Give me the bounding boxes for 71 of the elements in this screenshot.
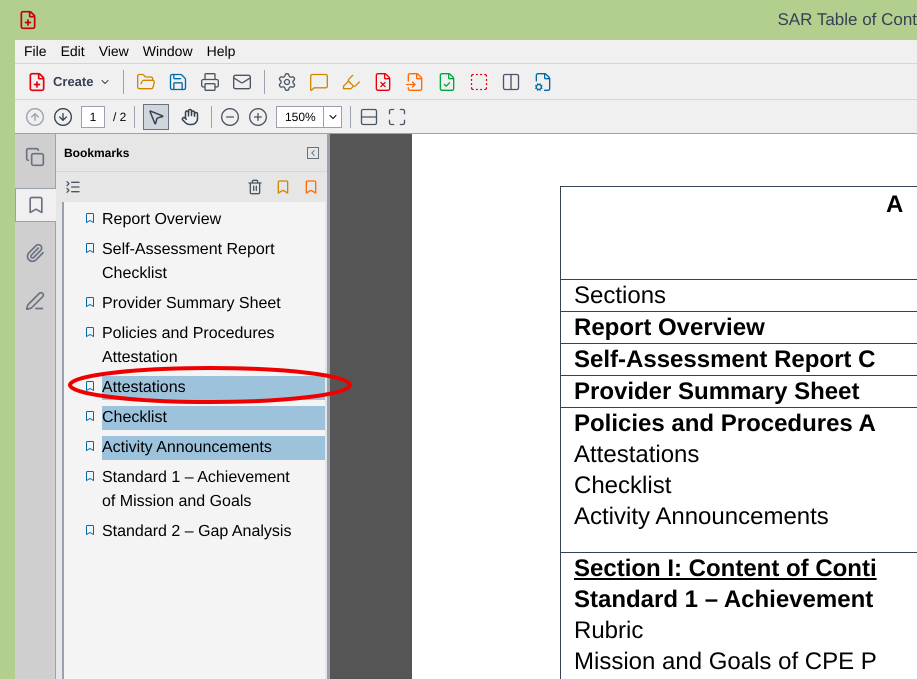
bookmarks-tab[interactable] [14,188,56,222]
page-number-field[interactable]: 1 [81,106,105,128]
menu-item[interactable]: View [98,41,129,62]
app-logo-icon [18,10,38,30]
document-heading: A [886,191,904,218]
bookmark-icon [84,522,96,538]
hand-icon [181,108,200,126]
document-text: Standard 1 – Achievement [574,585,874,615]
open-folder-icon[interactable] [136,72,156,92]
print-icon[interactable] [200,72,220,92]
fit-width-icon[interactable] [359,106,380,126]
document-text: Checklist [574,471,672,501]
delete-icon[interactable] [247,179,263,195]
create-button[interactable]: Create [27,72,112,92]
document-text: Provider Summary Sheet [574,377,860,407]
save-icon[interactable] [168,72,188,92]
bookmark-icon [84,468,96,484]
file-x-icon[interactable] [373,72,394,92]
collapse-panel-icon[interactable] [307,146,319,158]
bookmark-item[interactable]: Checklist [102,406,325,430]
page-total: / 2 [113,108,126,126]
document-text: Attestations [574,440,700,470]
next-page-icon[interactable] [53,106,73,126]
paperclip-icon [25,243,45,263]
file-plus-icon [27,72,47,92]
menu-item[interactable]: Edit [60,41,85,62]
bookmark-icon [84,294,96,310]
zoom-in-icon[interactable] [248,106,268,126]
highlighter-icon[interactable] [341,72,362,92]
bookmark-icon [84,240,96,256]
document-text: Section I: Content of Conti [574,554,878,584]
menu-item[interactable]: File [24,41,47,62]
bookmark-icon [84,438,96,454]
select-tool[interactable] [143,104,170,130]
bookmark-icon [84,324,96,340]
bookmark-item[interactable]: Self-Assessment Report Checklist [102,238,325,286]
document-text: Policies and Procedures A [574,409,877,439]
bookmark-item[interactable]: Attestations [102,376,325,400]
pages-icon [25,147,45,167]
bookmark-item[interactable]: Report Overview [102,208,325,232]
bookmark-icon [84,408,96,424]
panel-title: Bookmarks [64,144,130,162]
file-arrow-icon[interactable] [405,72,426,92]
document-text: Sections [574,281,668,311]
zoom-out-icon[interactable] [220,106,240,126]
pointer-icon [147,108,166,126]
document-text: Mission and Goals of CPE P [574,647,878,677]
bookmark-item[interactable]: Activity Announcements [102,436,325,460]
options-menu-icon[interactable] [64,179,82,195]
document-text: Report Overview [574,313,766,343]
file-gear-icon[interactable] [533,72,554,92]
document-text: Rubric [574,616,644,646]
pen-icon [25,291,45,311]
mail-icon[interactable] [232,72,252,92]
menu-item[interactable]: Window [142,41,193,62]
columns-icon[interactable] [501,72,522,92]
bookmark-icon [84,378,96,394]
bookmark-item[interactable]: Provider Summary Sheet [102,292,325,316]
file-check-icon[interactable] [437,72,458,92]
fit-page-icon[interactable] [387,106,408,126]
document-text: Activity Announcements [574,502,830,532]
menu-item[interactable]: Help [206,41,236,62]
bookmark-item[interactable]: Policies and Procedures Attestation [102,322,325,370]
bookmark-item[interactable]: Standard 1 – Achievement of Mission and Goals [102,466,325,514]
settings-icon[interactable] [277,72,298,92]
bookmark-icon [84,210,96,226]
window-title: SAR Table of Cont [777,9,917,32]
document-text: Self-Assessment Report C [574,345,876,375]
comment-icon[interactable] [309,72,330,92]
zoom-field[interactable]: 150% [276,106,342,128]
bookmark-item[interactable]: Standard 2 – Gap Analysis [102,520,325,544]
